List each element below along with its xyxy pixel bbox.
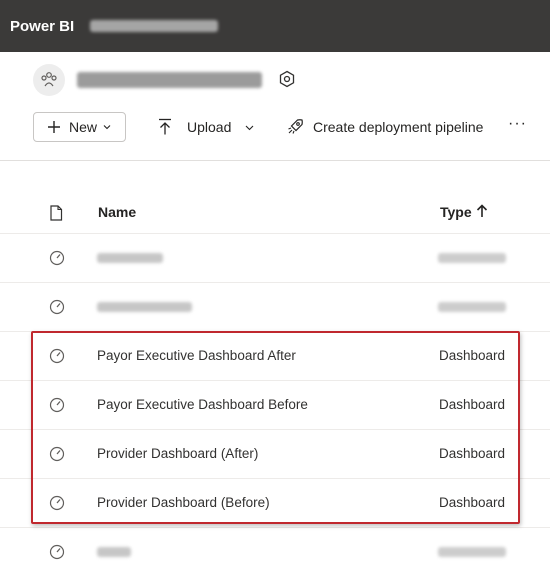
dashboard-icon <box>49 299 65 315</box>
row-type-obscured <box>438 253 506 263</box>
dashboard-icon <box>49 250 65 266</box>
row-name-link[interactable]: Payor Executive Dashboard After <box>97 348 296 363</box>
table-row[interactable] <box>0 234 550 283</box>
chevron-down-icon <box>103 125 111 130</box>
table-row[interactable] <box>0 528 550 576</box>
dashboard-icon <box>49 495 65 511</box>
row-type: Dashboard <box>439 348 506 363</box>
table-header: Name Type <box>0 188 550 234</box>
row-name-link[interactable]: Provider Dashboard (Before) <box>97 495 270 510</box>
table-row[interactable] <box>0 283 550 332</box>
sort-ascending-icon[interactable] <box>476 204 488 218</box>
upload-button[interactable]: Upload <box>157 118 254 136</box>
row-type: Dashboard <box>439 495 506 510</box>
row-type-obscured <box>438 302 506 312</box>
file-type-icon <box>50 205 63 221</box>
workspace-name-obscured <box>77 72 262 88</box>
dashboard-icon <box>49 544 65 560</box>
column-header-name[interactable]: Name <box>98 204 136 220</box>
table-row[interactable]: Provider Dashboard (Before) Dashboard <box>0 479 550 528</box>
upload-label: Upload <box>187 119 232 135</box>
row-name-obscured <box>97 253 163 263</box>
toolbar: New Upload Create deployment pipeline ··… <box>0 112 550 146</box>
dashboard-icon <box>49 397 65 413</box>
workspace-avatar <box>33 64 65 96</box>
dashboard-icon <box>49 348 65 364</box>
column-header-type[interactable]: Type <box>440 204 472 220</box>
workspace-header: New Upload Create deployment pipeline ··… <box>0 52 550 161</box>
content-table: Name Type Payor Executive Dashboard Afte… <box>0 188 550 576</box>
row-name-link[interactable]: Provider Dashboard (After) <box>97 446 258 461</box>
row-name-obscured <box>97 547 131 557</box>
app-title[interactable]: Power BI <box>10 18 74 35</box>
rocket-icon <box>288 119 303 134</box>
row-name-obscured <box>97 302 192 312</box>
row-type: Dashboard <box>439 446 506 461</box>
table-row[interactable]: Payor Executive Dashboard After Dashboar… <box>0 332 550 381</box>
create-deployment-pipeline-button[interactable]: Create deployment pipeline <box>287 118 483 135</box>
more-options-button[interactable]: ··· <box>508 115 527 133</box>
table-row[interactable]: Payor Executive Dashboard Before Dashboa… <box>0 381 550 430</box>
deploy-label: Create deployment pipeline <box>313 118 484 135</box>
upload-icon <box>159 118 171 135</box>
top-app-bar: Power BI <box>0 0 550 52</box>
table-row[interactable]: Provider Dashboard (After) Dashboard <box>0 430 550 479</box>
workspace-settings-icon[interactable] <box>278 70 296 88</box>
new-button[interactable]: New <box>33 112 126 142</box>
new-button-label: New <box>69 119 98 135</box>
dashboard-icon <box>49 446 65 462</box>
row-type: Dashboard <box>439 397 506 412</box>
row-type-obscured <box>438 547 506 557</box>
plus-icon <box>48 121 60 133</box>
workspace-group-icon <box>41 72 57 87</box>
workspace-breadcrumb-obscured[interactable] <box>90 20 219 32</box>
row-name-link[interactable]: Payor Executive Dashboard Before <box>97 397 308 412</box>
chevron-down-icon <box>245 125 254 130</box>
